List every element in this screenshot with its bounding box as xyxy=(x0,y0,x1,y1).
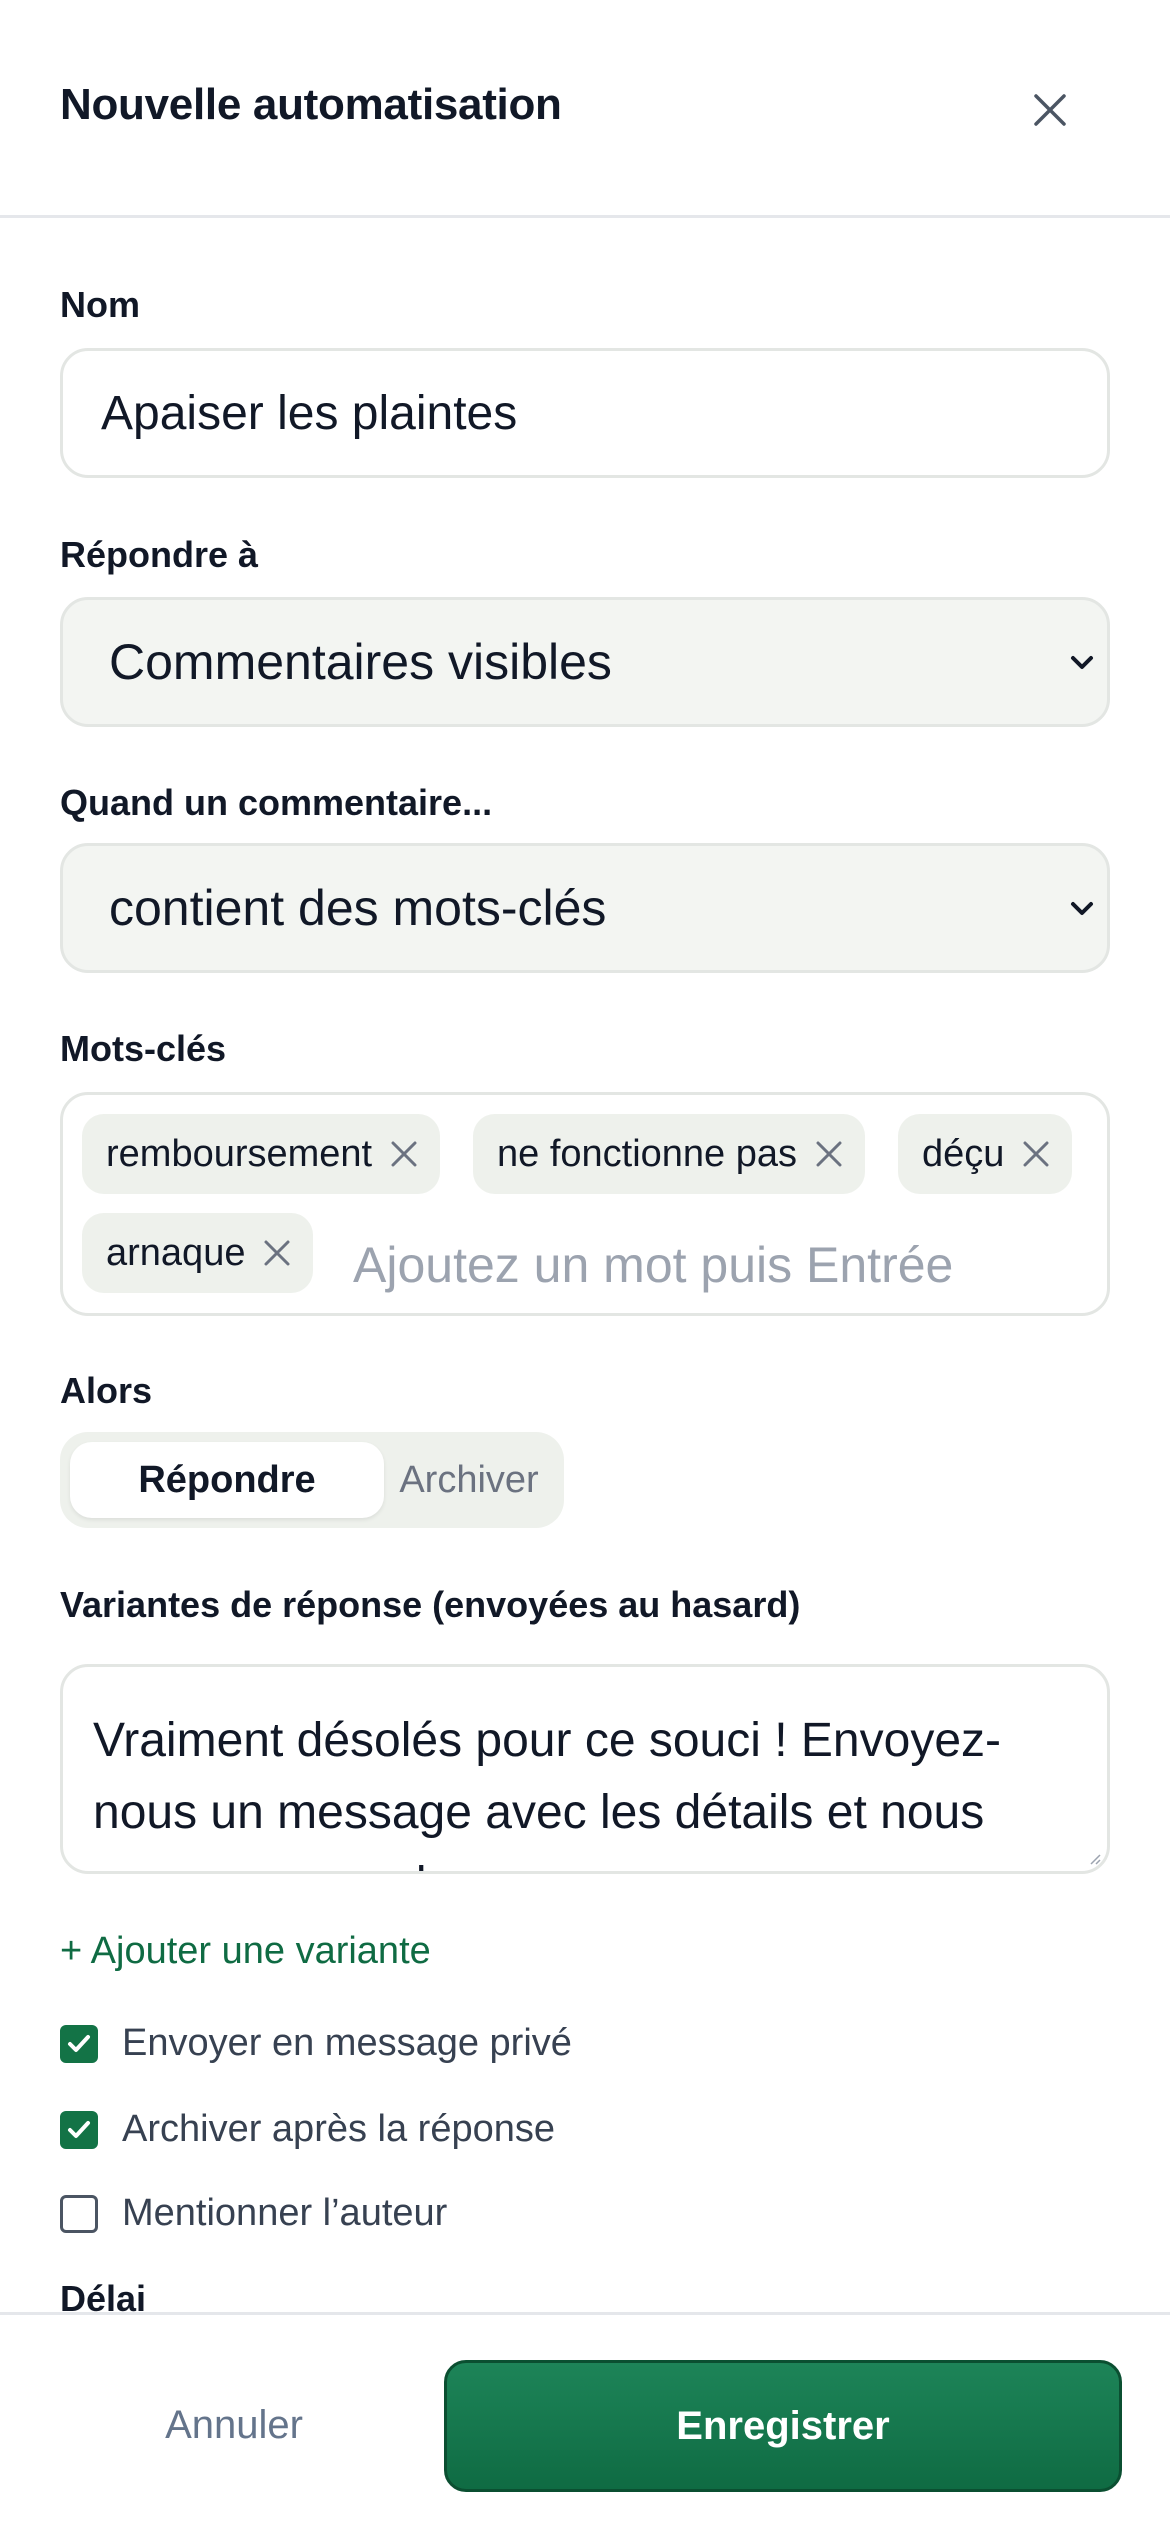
chevron-down-icon xyxy=(1071,902,1093,915)
keyword-tag: déçu xyxy=(898,1114,1073,1194)
option-archive-after-reply[interactable]: Archiver après la réponse xyxy=(60,2108,555,2151)
action-option-reply[interactable]: Répondre xyxy=(70,1442,384,1518)
condition-value: contient des mots-clés xyxy=(109,880,607,936)
keywords-field[interactable]: remboursement ne fonctionne pas déçu arn… xyxy=(60,1092,1110,1316)
chevron-down-icon xyxy=(1071,656,1093,669)
save-button[interactable]: Enregistrer xyxy=(444,2360,1122,2492)
reply-to-value: Commentaires visibles xyxy=(109,634,612,690)
option-label: Mentionner l’auteur xyxy=(122,2192,448,2234)
keyword-tag-label: remboursement xyxy=(106,1132,373,1175)
modal-footer: Annuler Enregistrer xyxy=(0,2312,1170,2532)
modal-header: Nouvelle automatisation xyxy=(0,0,1170,218)
option-private-message[interactable]: Envoyer en message privé xyxy=(60,2022,572,2065)
add-variant-link[interactable]: + Ajouter une variante xyxy=(60,1930,431,1973)
keyword-input[interactable] xyxy=(353,1225,1093,1305)
option-label: Archiver après la réponse xyxy=(122,2108,555,2150)
remove-tag-button[interactable] xyxy=(390,1140,418,1168)
resize-grip-icon[interactable] xyxy=(1089,1853,1101,1865)
action-segmented-control: Répondre Archiver xyxy=(60,1432,564,1528)
keyword-tag: ne fonctionne pas xyxy=(473,1114,866,1194)
close-icon xyxy=(391,1141,417,1167)
keyword-tag-label: ne fonctionne pas xyxy=(497,1132,798,1175)
close-icon xyxy=(264,1240,290,1266)
cancel-button[interactable]: Annuler xyxy=(60,2315,408,2532)
option-label: Envoyer en message privé xyxy=(122,2022,572,2064)
close-button[interactable] xyxy=(1020,80,1080,140)
modal-title: Nouvelle automatisation xyxy=(60,80,562,129)
name-label: Nom xyxy=(60,284,140,325)
checkbox-unchecked[interactable] xyxy=(60,2194,98,2233)
close-icon xyxy=(816,1141,842,1167)
check-icon xyxy=(68,2034,90,2052)
name-field[interactable] xyxy=(60,348,1110,478)
condition-select[interactable]: contient des mots-clés xyxy=(60,843,1110,973)
name-input[interactable] xyxy=(63,351,1107,475)
keywords-label: Mots-clés xyxy=(60,1028,227,1069)
option-mention-author[interactable]: Mentionner l’auteur xyxy=(60,2192,447,2235)
check-icon xyxy=(68,2120,90,2138)
close-icon xyxy=(1034,94,1066,126)
keyword-tag: arnaque xyxy=(82,1213,314,1293)
keyword-tag-label: arnaque xyxy=(106,1231,246,1274)
keyword-tag: remboursement xyxy=(82,1114,441,1194)
close-icon xyxy=(1023,1141,1049,1167)
action-label: Alors xyxy=(60,1370,153,1411)
action-option-archive[interactable]: Archiver xyxy=(384,1442,554,1518)
checkbox-checked[interactable] xyxy=(60,2024,98,2063)
variants-label: Variantes de réponse (envoyées au hasard… xyxy=(60,1584,801,1625)
remove-tag-button[interactable] xyxy=(1022,1140,1050,1168)
variant-textarea[interactable]: Vraiment désolés pour ce souci ! Envoyez… xyxy=(63,1667,1107,1871)
remove-tag-button[interactable] xyxy=(263,1239,291,1267)
remove-tag-button[interactable] xyxy=(815,1140,843,1168)
condition-label: Quand un commentaire... xyxy=(60,782,493,823)
checkbox-checked[interactable] xyxy=(60,2110,98,2149)
variant-textarea-wrapper: Vraiment désolés pour ce souci ! Envoyez… xyxy=(60,1664,1110,1874)
reply-to-select[interactable]: Commentaires visibles xyxy=(60,597,1110,727)
keyword-tag-label: déçu xyxy=(922,1132,1005,1175)
reply-to-label: Répondre à xyxy=(60,534,259,575)
